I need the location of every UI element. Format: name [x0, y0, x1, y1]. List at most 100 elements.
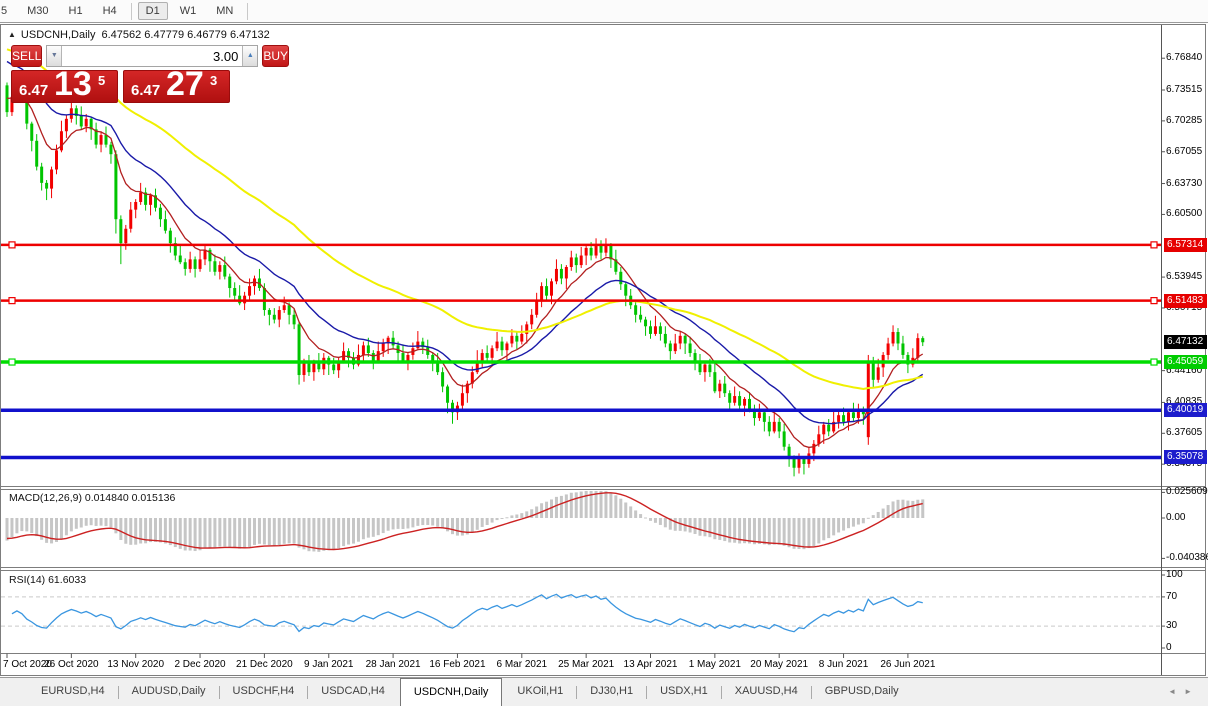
macd-histogram-bar — [842, 518, 845, 531]
volume-increase-icon[interactable]: ▲ — [242, 46, 257, 66]
candle-body — [278, 310, 281, 320]
macd-histogram-bar — [124, 518, 127, 544]
tab-dj30-h1[interactable]: DJ30,H1 — [577, 678, 646, 706]
candle-body — [679, 336, 682, 344]
candle-body — [654, 326, 657, 334]
tab-gbpusd-daily[interactable]: GBPUSD,Daily — [812, 678, 912, 706]
timeframe-h4-button[interactable]: H4 — [95, 2, 125, 20]
macd-histogram-bar — [629, 506, 632, 518]
macd-histogram-bar — [377, 518, 380, 535]
volume-input[interactable] — [62, 46, 242, 66]
macd-histogram-bar — [748, 518, 751, 543]
candle-body — [733, 396, 736, 403]
tab-usdchf-h4[interactable]: USDCHF,H4 — [220, 678, 308, 706]
macd-histogram-bar — [906, 501, 909, 518]
chart-tabs-bar: EURUSD,H4AUDUSD,DailyUSDCHF,H4USDCAD,H4U… — [0, 677, 1208, 706]
ma-mid-line — [7, 62, 923, 424]
macd-indicator-label: MACD(12,26,9) 0.014840 0.015136 — [9, 492, 175, 504]
candle-body — [812, 444, 815, 454]
macd-histogram-bar — [149, 518, 152, 542]
candle-body — [847, 412, 850, 422]
candle-body — [293, 315, 296, 325]
tab-scroll-left-icon[interactable]: ◄ — [1168, 687, 1184, 696]
tab-eurusd-h4[interactable]: EURUSD,H4 — [28, 678, 118, 706]
candle-body — [416, 342, 419, 349]
buy-price-prefix: 6.47 — [131, 82, 160, 99]
timeframe-h1-button[interactable]: H1 — [61, 2, 91, 20]
price-line-label[interactable]: 6.35078 — [1164, 450, 1207, 464]
macd-histogram-bar — [535, 506, 538, 518]
collapse-panel-icon[interactable]: ▲ — [8, 30, 16, 39]
date-axis-label: 13 Apr 2021 — [617, 659, 685, 670]
price-line-label[interactable]: 6.45059 — [1164, 355, 1207, 369]
buy-button[interactable]: BUY — [262, 45, 289, 67]
toolbar-separator — [131, 3, 132, 20]
macd-histogram-bar — [213, 518, 216, 548]
macd-histogram-bar — [708, 518, 711, 537]
timeframe-m30-button[interactable]: M30 — [19, 2, 56, 20]
price-line-label[interactable]: 6.51483 — [1164, 294, 1207, 308]
macd-histogram-bar — [570, 493, 573, 518]
macd-histogram-bar — [778, 518, 781, 545]
buy-quote-button[interactable]: 6.47 27 3 — [123, 70, 230, 103]
line-handle[interactable] — [9, 359, 15, 365]
line-handle[interactable] — [1151, 242, 1157, 248]
macd-axis-label: -0.040386 — [1166, 552, 1208, 563]
candle-body — [159, 208, 162, 219]
candle-body — [708, 365, 711, 373]
macd-histogram-bar — [773, 518, 776, 545]
candle-body — [520, 334, 523, 342]
macd-histogram-bar — [456, 518, 459, 536]
tab-scroll-right-icon[interactable]: ► — [1184, 687, 1200, 696]
volume-decrease-icon[interactable]: ▼ — [47, 46, 62, 66]
macd-histogram-bar — [565, 494, 568, 518]
tab-xauusd-h4[interactable]: XAUUSD,H4 — [722, 678, 811, 706]
candle-body — [402, 353, 405, 361]
macd-histogram-bar — [283, 518, 286, 544]
chart-window: ▲USDCNH,Daily6.47562 6.47779 6.46779 6.4… — [0, 24, 1206, 676]
macd-histogram-bar — [867, 518, 870, 519]
sell-price-sup: 5 — [98, 73, 105, 88]
price-line-label[interactable]: 6.57314 — [1164, 238, 1207, 252]
candle-body — [199, 259, 202, 269]
line-handle[interactable] — [1151, 359, 1157, 365]
tab-usdcnh-daily[interactable]: USDCNH,Daily — [400, 678, 503, 706]
chart-canvas[interactable] — [1, 25, 1205, 675]
tab-audusd-daily[interactable]: AUDUSD,Daily — [119, 678, 219, 706]
timeframe-w1-button[interactable]: W1 — [172, 2, 205, 20]
candle-body — [555, 269, 558, 281]
candle-body — [689, 343, 692, 353]
macd-histogram-bar — [916, 500, 919, 518]
line-handle[interactable] — [9, 242, 15, 248]
candle-body — [684, 336, 687, 344]
macd-histogram-bar — [169, 518, 172, 545]
tab-ukoil-h1[interactable]: UKOil,H1 — [504, 678, 576, 706]
macd-histogram-bar — [243, 518, 246, 548]
macd-histogram-bar — [713, 518, 716, 539]
candle-body — [40, 167, 43, 183]
candle-body — [486, 353, 489, 358]
macd-axis-label: 0.00 — [1166, 512, 1185, 523]
price-line-label[interactable]: 6.40019 — [1164, 403, 1207, 417]
macd-histogram-bar — [520, 513, 523, 518]
sell-price-prefix: 6.47 — [19, 82, 48, 99]
timeframe-5-button[interactable]: 5 — [0, 2, 15, 20]
macd-histogram-bar — [575, 492, 578, 518]
candle-body — [897, 332, 900, 343]
macd-histogram-bar — [703, 518, 706, 536]
line-handle[interactable] — [9, 298, 15, 304]
sell-quote-button[interactable]: 6.47 13 5 — [11, 70, 118, 103]
timeframe-d1-button[interactable]: D1 — [138, 2, 168, 20]
macd-histogram-bar — [50, 518, 53, 543]
date-axis-label: 28 Jan 2021 — [359, 659, 427, 670]
candle-body — [134, 202, 137, 210]
tab-usdcad-h4[interactable]: USDCAD,H4 — [308, 678, 398, 706]
date-axis-label: 13 Nov 2020 — [102, 659, 170, 670]
macd-histogram-bar — [312, 518, 315, 551]
tab-usdx-h1[interactable]: USDX,H1 — [647, 678, 721, 706]
macd-histogram-bar — [783, 518, 786, 546]
sell-button[interactable]: SELL — [11, 45, 42, 67]
line-handle[interactable] — [1151, 298, 1157, 304]
candle-body — [699, 363, 702, 373]
timeframe-mn-button[interactable]: MN — [208, 2, 241, 20]
